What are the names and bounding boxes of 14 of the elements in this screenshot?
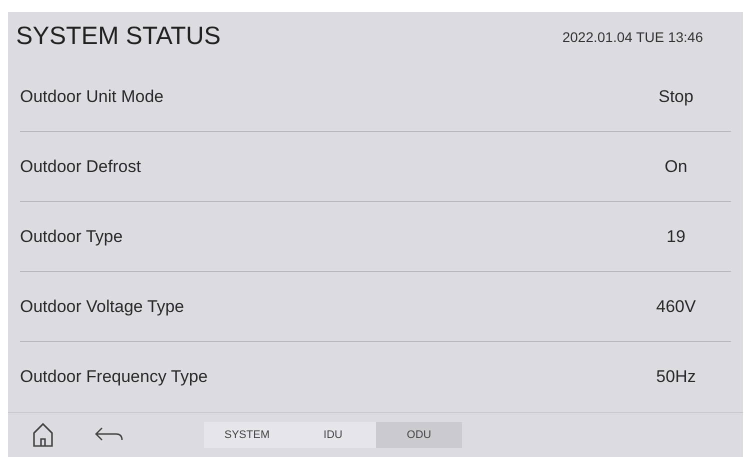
status-value: 19	[666, 226, 686, 248]
nav-tab[interactable]: ODU	[376, 422, 462, 448]
status-label: Outdoor Voltage Type	[20, 296, 184, 318]
date-time: 2022.01.04 TUE 13:46	[562, 28, 703, 46]
home-icon[interactable]	[32, 422, 54, 448]
status-label: Outdoor Defrost	[20, 156, 141, 178]
status-value: On	[664, 156, 688, 178]
status-label: Outdoor Unit Mode	[20, 86, 164, 108]
status-value: 50Hz	[655, 366, 697, 388]
screen-title: SYSTEM STATUS	[16, 21, 221, 52]
status-value: 460V	[655, 296, 697, 318]
status-label: Outdoor Type	[20, 226, 123, 248]
status-value: Stop	[658, 86, 694, 108]
status-label: Outdoor Frequency Type	[20, 366, 208, 388]
